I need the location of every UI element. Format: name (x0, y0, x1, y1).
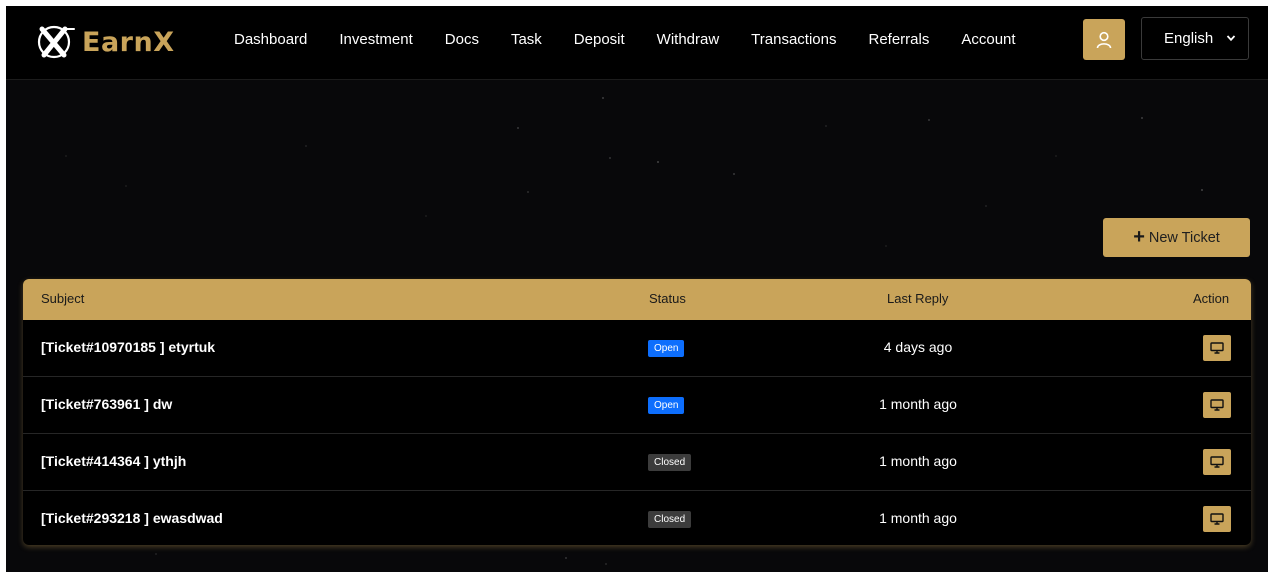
language-value: English (1164, 30, 1214, 47)
nav-item-task[interactable]: Task (495, 30, 558, 50)
status-badge: Open (648, 397, 685, 414)
view-ticket-button[interactable] (1203, 506, 1231, 532)
last-reply: 1 month ago (879, 453, 957, 469)
monitor-icon (1210, 513, 1224, 525)
logo-x-icon (37, 25, 75, 59)
status-badge: Closed (648, 454, 692, 471)
new-ticket-button[interactable]: + New Ticket (1103, 218, 1250, 257)
new-ticket-label: New Ticket (1148, 229, 1220, 246)
header-action: Action (1193, 291, 1230, 306)
nav-item-docs[interactable]: Docs (429, 30, 495, 50)
table-body: [Ticket#10970185 ] etyrtuk Open 4 days a… (23, 320, 1251, 545)
nav-item-withdraw[interactable]: Withdraw (641, 30, 736, 50)
table-row: [Ticket#763961 ] dw Open 1 month ago (23, 376, 1251, 433)
table-row: [Ticket#10970185 ] etyrtuk Open 4 days a… (23, 320, 1251, 376)
nav-item-deposit[interactable]: Deposit (558, 30, 641, 50)
status-badge: Closed (648, 511, 692, 528)
monitor-icon (1210, 399, 1224, 411)
view-ticket-button[interactable] (1203, 335, 1231, 361)
nav-item-investment[interactable]: Investment (323, 30, 428, 50)
nav-links: Dashboard Investment Docs Task Deposit W… (218, 30, 1032, 50)
last-reply: 1 month ago (879, 396, 957, 412)
view-ticket-button[interactable] (1203, 449, 1231, 475)
view-ticket-button[interactable] (1203, 392, 1231, 418)
ticket-subject[interactable]: [Ticket#10970185 ] etyrtuk (41, 339, 215, 355)
user-icon (1096, 31, 1112, 48)
table-row: [Ticket#293218 ] ewasdwad Closed 1 month… (23, 490, 1251, 545)
tickets-table: Subject Status Last Reply Action [Ticket… (23, 279, 1251, 545)
top-navbar: EarnX Dashboard Investment Docs Task Dep… (6, 6, 1268, 80)
brand-name: EarnX (82, 26, 175, 58)
table-row: [Ticket#414364 ] ythjh Closed 1 month ag… (23, 433, 1251, 490)
nav-item-transactions[interactable]: Transactions (735, 30, 852, 50)
header-subject: Subject (41, 291, 85, 306)
header-last-reply: Last Reply (887, 291, 949, 306)
monitor-icon (1210, 456, 1224, 468)
ticket-subject[interactable]: [Ticket#763961 ] dw (41, 396, 172, 412)
table-header: Subject Status Last Reply Action (23, 279, 1251, 320)
language-select[interactable]: English (1141, 17, 1249, 60)
monitor-icon (1210, 342, 1224, 354)
ticket-subject[interactable]: [Ticket#414364 ] ythjh (41, 453, 186, 469)
chevron-down-icon (1226, 35, 1236, 42)
plus-icon: + (1133, 225, 1145, 248)
nav-item-dashboard[interactable]: Dashboard (218, 30, 323, 50)
last-reply: 1 month ago (879, 510, 957, 526)
last-reply: 4 days ago (883, 339, 953, 355)
header-status: Status (649, 291, 686, 306)
ticket-subject[interactable]: [Ticket#293218 ] ewasdwad (41, 510, 223, 526)
status-badge: Open (648, 340, 685, 357)
user-button[interactable] (1083, 19, 1125, 60)
nav-item-account[interactable]: Account (945, 30, 1031, 50)
brand-logo[interactable]: EarnX (34, 24, 175, 60)
page-frame: EarnX Dashboard Investment Docs Task Dep… (6, 6, 1268, 572)
nav-item-referrals[interactable]: Referrals (852, 30, 945, 50)
